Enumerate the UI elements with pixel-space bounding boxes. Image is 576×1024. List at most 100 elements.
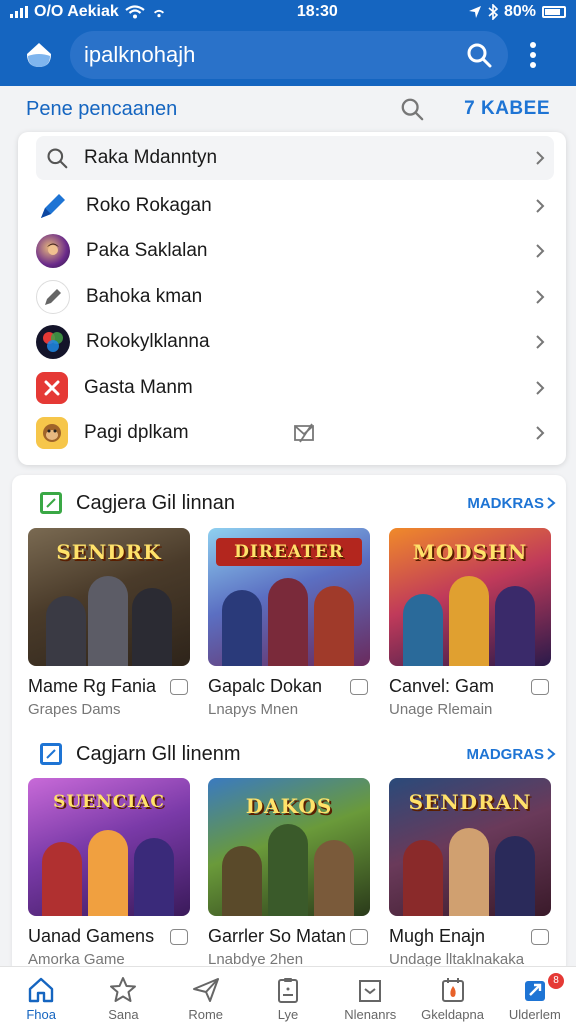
battery-icon	[541, 6, 566, 18]
signal-icon	[10, 6, 28, 18]
controller-badge-icon	[170, 678, 188, 695]
game-title: Canvel: Gam	[389, 676, 495, 696]
fire-calendar-icon	[441, 978, 464, 1002]
app-bar: ipalknohajh	[0, 24, 576, 86]
suggestion-item[interactable]: Bahoka kman	[36, 275, 554, 319]
bluetooth-icon	[488, 4, 498, 20]
controller-badge-icon	[531, 928, 549, 945]
game-art-title: SENDRAN	[408, 790, 532, 814]
wifi-icon	[125, 5, 145, 19]
search-icon[interactable]	[400, 97, 424, 121]
controller-badge-icon	[350, 678, 368, 695]
app-logo-icon[interactable]	[24, 40, 54, 70]
game-card[interactable]: DAKOS Garrler So Matan Lnabdye 2hen	[208, 778, 372, 968]
clear-button[interactable]: 7 KABEE	[464, 98, 550, 120]
nav-label: Sana	[108, 1007, 139, 1022]
game-title: Garrler So Matan	[208, 926, 347, 946]
nav-label: Ulderlem	[508, 1007, 561, 1022]
game-avatar-icon	[36, 234, 70, 268]
pencil-icon	[36, 280, 70, 314]
section-title: Cagjarn Gll linenm	[76, 742, 241, 765]
section-header: Cagjera Gil linnan MADKRAS	[40, 486, 566, 520]
game-thumbnail[interactable]: SENDRK	[28, 528, 190, 666]
home-icon	[28, 977, 54, 1003]
controller-badge-icon	[350, 928, 368, 945]
game-title: Uanad Gamens	[28, 926, 155, 946]
game-card[interactable]: SUENCIAC Uanad Gamens Amorka Game	[28, 778, 192, 968]
search-icon[interactable]	[466, 42, 492, 68]
red-x-app-icon	[36, 372, 68, 404]
chevron-right-icon	[536, 381, 545, 395]
star-icon	[110, 977, 137, 1002]
nav-item-home[interactable]: Fhoa	[0, 967, 82, 1024]
chevron-right-icon	[547, 497, 556, 509]
game-card[interactable]: DIREATER Gapalc Dokan Lnapys Mnen	[208, 528, 372, 718]
section-title: Cagjera Gil linnan	[76, 491, 235, 514]
search-input[interactable]: ipalknohajh	[70, 31, 508, 79]
game-subtitle: Grapes Dams	[28, 701, 121, 718]
suggestion-item[interactable]: Pagi dplkam	[36, 411, 554, 455]
chevron-right-icon	[536, 335, 545, 349]
game-card[interactable]: SENDRK Mame Rg Fania Grapes Dams	[28, 528, 192, 718]
chevron-right-icon	[536, 151, 545, 165]
chevron-right-icon	[536, 290, 545, 304]
check-square-icon	[40, 492, 62, 514]
game-thumbnail[interactable]: SENDRAN	[389, 778, 551, 916]
send-icon	[192, 978, 219, 1002]
game-art-title: DAKOS	[245, 794, 333, 818]
carrier-label: O/O Aekiak	[34, 3, 119, 20]
suggestion-item[interactable]: Rokokylklanna	[36, 320, 554, 364]
game-title: Mame Rg Fania	[28, 676, 157, 696]
edit-square-icon	[40, 743, 62, 765]
nav-item-star[interactable]: Sana	[82, 967, 164, 1024]
pen-icon	[36, 189, 70, 223]
nav-item-calendar[interactable]: Gkeldapna	[411, 967, 493, 1024]
game-title: Mugh Enajn	[389, 926, 486, 946]
feedback-icon[interactable]	[292, 421, 316, 445]
monkey-app-icon	[36, 417, 68, 449]
suggestion-item[interactable]: Paka Saklalan	[36, 229, 554, 273]
suggestion-label: Roko Rokagan	[86, 195, 212, 216]
chevron-right-icon	[536, 244, 545, 258]
bottom-nav: Fhoa Sana Rome Lye Nlenanrs Gkeldapna 8 …	[0, 966, 576, 1024]
game-thumbnail[interactable]: MODSHN	[389, 528, 551, 666]
search-icon	[47, 148, 68, 169]
battery-percent: 80%	[503, 3, 536, 20]
updates-icon	[524, 981, 545, 1001]
nav-item-updates[interactable]: 8 Ulderlem	[494, 967, 576, 1024]
suggestion-search-row[interactable]: Raka Mdanntyn	[36, 136, 554, 180]
chevron-right-icon	[547, 748, 556, 760]
controller-badge-icon	[531, 678, 549, 695]
nav-item-clipboard[interactable]: Lye	[247, 967, 329, 1024]
suggestion-label: Gasta Manm	[84, 377, 193, 398]
game-thumbnail[interactable]: DAKOS	[208, 778, 370, 916]
game-art-title: DIREATER	[216, 538, 362, 566]
nav-label: Nlenanrs	[344, 1007, 397, 1022]
game-art-title: SENDRK	[56, 540, 162, 564]
suggestion-label: Paka Saklalan	[86, 240, 208, 261]
game-thumbnail[interactable]: DIREATER	[208, 528, 370, 666]
nav-item-book[interactable]: Nlenanrs	[329, 967, 411, 1024]
suggestion-item[interactable]: Roko Rokagan	[36, 184, 554, 228]
nav-label: Gkeldapna	[421, 1007, 484, 1022]
book-icon	[359, 980, 382, 1002]
game-title: Gapalc Dokan	[208, 676, 323, 696]
status-bar: O/O Aekiak 18:30 80%	[0, 0, 576, 24]
clipboard-icon	[277, 978, 298, 1003]
suggestion-item[interactable]: Gasta Manm	[36, 366, 554, 410]
see-more-link[interactable]: MADKRAS	[467, 495, 544, 512]
game-thumbnail[interactable]: SUENCIAC	[28, 778, 190, 916]
controller-badge-icon	[170, 928, 188, 945]
nav-item-send[interactable]: Rome	[165, 967, 247, 1024]
game-art-title: MODSHN	[412, 540, 528, 564]
see-more-link[interactable]: MADGRAS	[467, 746, 545, 763]
game-card[interactable]: SENDRAN Mugh Enajn Undage lltaklnakaka	[389, 778, 553, 968]
clock: 18:30	[296, 3, 338, 20]
location-icon	[468, 6, 481, 18]
recent-searches-title: Pene pencaanen	[26, 97, 178, 120]
suggestions-dropdown: Raka Mdanntyn Roko Rokagan Paka Saklalan…	[18, 132, 566, 465]
game-card[interactable]: MODSHN Canvel: Gam Unage Rlemain	[389, 528, 553, 718]
nav-label: Fhoa	[26, 1007, 56, 1022]
game-subtitle: Unage Rlemain	[389, 701, 493, 718]
more-menu-icon[interactable]	[518, 42, 548, 68]
